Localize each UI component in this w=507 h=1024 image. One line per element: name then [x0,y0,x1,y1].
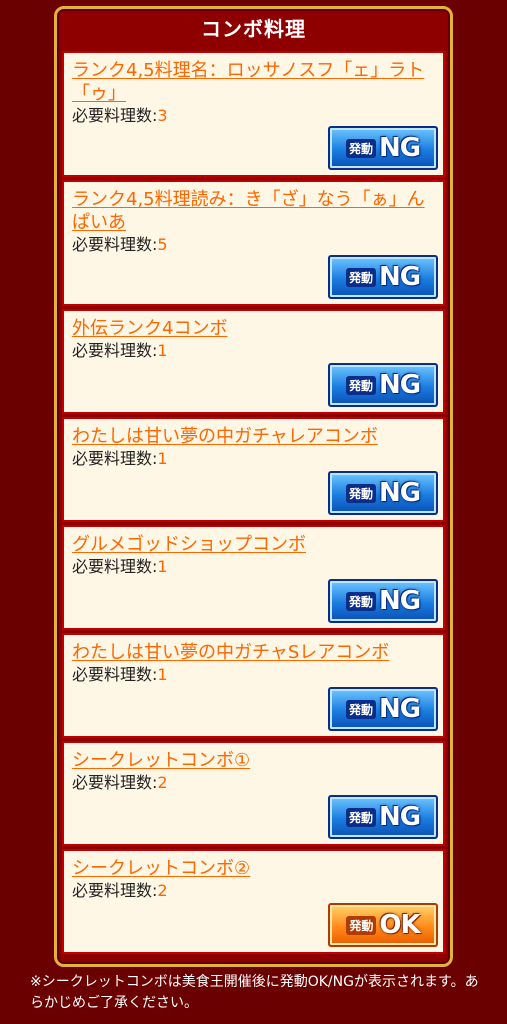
required-count: 必要料理数:2 [72,773,168,792]
combo-link[interactable]: ランク4,5料理読み：き「ざ」なう「ぁ」んぱいあ [72,188,435,234]
required-count: 必要料理数:5 [72,235,168,254]
required-count: 必要料理数:2 [72,881,168,900]
combo-link[interactable]: わたしは甘い夢の中ガチャレアコンボ [72,425,435,448]
activation-ng-badge: 発動 NG [328,471,438,515]
required-count: 必要料理数:1 [72,449,168,468]
combo-item: 外伝ランク4コンボ 必要料理数:1 発動 NG [62,309,445,414]
required-count: 必要料理数:1 [72,665,168,684]
combo-item: シークレットコンボ② 必要料理数:2 発動 OK [62,849,445,954]
combo-link[interactable]: ランク4,5料理名：ロッサノスフ「ェ」ラト「ゥ」 [72,59,435,105]
combo-item: ランク4,5料理読み：き「ざ」なう「ぁ」んぱいあ 必要料理数:5 発動 NG [62,180,445,306]
activation-ng-badge: 発動 NG [328,795,438,839]
combo-link[interactable]: わたしは甘い夢の中ガチャSレアコンボ [72,641,435,664]
required-count: 必要料理数:1 [72,557,168,576]
panel-title: コンボ料理 [201,17,306,41]
activation-ng-badge: 発動 NG [328,363,438,407]
combo-item: グルメゴッドショップコンボ 必要料理数:1 発動 NG [62,525,445,630]
activation-ng-badge: 発動 NG [328,687,438,731]
combo-link[interactable]: シークレットコンボ② [72,857,435,880]
combo-item: ランク4,5料理名：ロッサノスフ「ェ」ラト「ゥ」 必要料理数:3 発動 NG [62,51,445,177]
combo-link[interactable]: 外伝ランク4コンボ [72,317,435,340]
combo-panel: コンボ料理 ランク4,5料理名：ロッサノスフ「ェ」ラト「ゥ」 必要料理数:3 発… [54,6,453,967]
activation-ng-badge: 発動 NG [328,126,438,170]
combo-link[interactable]: シークレットコンボ① [72,749,435,772]
combo-item: わたしは甘い夢の中ガチャレアコンボ 必要料理数:1 発動 NG [62,417,445,522]
combo-item: わたしは甘い夢の中ガチャSレアコンボ 必要料理数:1 発動 NG [62,633,445,738]
activation-ng-badge: 発動 NG [328,579,438,623]
combo-link[interactable]: グルメゴッドショップコンボ [72,533,435,556]
required-count: 必要料理数:1 [72,341,168,360]
footer-note: ※シークレットコンボは美食王開催後に発動OK/NGが表示されます。あらかじめご了… [30,974,479,1011]
combo-list: ランク4,5料理名：ロッサノスフ「ェ」ラト「ゥ」 必要料理数:3 発動 NG ラン… [62,51,445,957]
activation-ng-badge: 発動 NG [328,255,438,299]
required-count: 必要料理数:3 [72,106,168,125]
combo-item: シークレットコンボ① 必要料理数:2 発動 NG [62,741,445,846]
activation-ok-badge: 発動 OK [328,903,438,947]
